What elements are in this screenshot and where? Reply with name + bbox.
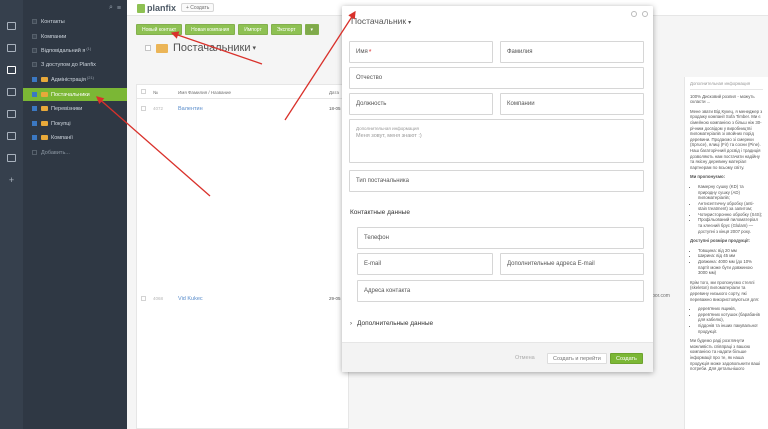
- field-placeholder: Имя: [356, 49, 368, 55]
- folder-icon: [41, 92, 48, 97]
- extra-email-field[interactable]: Дополнительные адреса E-mail: [500, 253, 644, 275]
- folder-icon: [41, 106, 48, 111]
- sidebar-item-label: Покупці: [51, 120, 71, 127]
- toggle-label: Дополнительные данные: [357, 320, 434, 327]
- email-field[interactable]: E-mail: [357, 253, 493, 275]
- field-placeholder: Должность: [356, 101, 387, 107]
- sidebar-item-carriers[interactable]: Перевізники: [23, 102, 127, 115]
- field-placeholder: Меня зовут, меня знают :): [356, 133, 422, 139]
- sidebar-item-suppliers[interactable]: Постачальники: [23, 88, 127, 101]
- documents-icon[interactable]: [7, 110, 16, 118]
- field-placeholder: Компании: [507, 101, 535, 107]
- sidebar-item-label: Перевізники: [51, 105, 83, 112]
- collapse-icon[interactable]: ≡: [117, 5, 121, 12]
- checkbox[interactable]: [32, 48, 37, 53]
- contact-address-field[interactable]: Адреса контакта: [357, 280, 644, 302]
- companies-field[interactable]: Компании: [500, 93, 644, 115]
- sidebar-item-buyers[interactable]: Покупці: [23, 117, 127, 130]
- sidebar-item-label: Компании: [41, 33, 67, 40]
- sidebar-item-responsible[interactable]: Відповідальний я (1): [23, 44, 127, 57]
- sidebar-item-label: Компанії: [51, 134, 73, 141]
- checkbox[interactable]: [32, 19, 37, 24]
- contacts-icon[interactable]: [7, 66, 16, 74]
- tasks-icon[interactable]: [7, 22, 16, 30]
- checkbox[interactable]: [32, 34, 37, 39]
- patronymic-field[interactable]: Отчество: [349, 67, 644, 89]
- checkbox[interactable]: [32, 135, 37, 140]
- sidebar-item-companies-group[interactable]: Компанії: [23, 131, 127, 144]
- additional-data-toggle[interactable]: › Дополнительные данные: [350, 320, 433, 327]
- new-supplier-dialog: Постачальник ▾ Имя * Фамилия Отчество Долж…: [342, 6, 653, 372]
- last-name-field[interactable]: Фамилия: [500, 41, 644, 63]
- required-mark: *: [368, 48, 372, 56]
- field-placeholder: Адреса контакта: [364, 288, 411, 294]
- chevron-right-icon: ›: [350, 320, 352, 327]
- close-icon[interactable]: [642, 11, 648, 17]
- field-placeholder: Отчество: [356, 75, 383, 81]
- add-icon[interactable]: +: [7, 176, 16, 185]
- field-placeholder: Дополнительные адреса E-mail: [507, 261, 595, 267]
- sidebar-item-count: (1): [86, 46, 92, 51]
- settings-icon[interactable]: [631, 11, 637, 17]
- folder-icon: [41, 77, 48, 82]
- checkbox[interactable]: [32, 106, 37, 111]
- sidebar-item-label: Постачальники: [51, 91, 90, 98]
- sidebar-item-with-access[interactable]: З доступом до Planfix: [23, 58, 127, 71]
- add-group-icon: [32, 150, 37, 155]
- checkbox[interactable]: [32, 121, 37, 126]
- create-submit-button[interactable]: Создать: [610, 353, 643, 364]
- sidebar-item-companies[interactable]: Компании: [23, 30, 127, 43]
- sidebar-item-add[interactable]: Добавить...: [23, 146, 127, 159]
- sidebar-item-administration[interactable]: Адміністрація (21): [23, 73, 127, 86]
- field-placeholder: Телефон: [364, 235, 389, 241]
- phone-field[interactable]: Телефон: [357, 227, 644, 249]
- sidebar-item-label: З доступом до Planfix: [41, 61, 96, 68]
- cancel-button[interactable]: Отмена: [510, 353, 540, 364]
- search-icon[interactable]: ⌕: [109, 4, 113, 12]
- sidebar-item-label: Відповідальний я: [41, 47, 86, 54]
- additional-info-textarea[interactable]: Дополнительная информация Меня зовут, ме…: [349, 119, 644, 163]
- chevron-down-icon[interactable]: ▾: [408, 20, 411, 26]
- sidebar-item-contacts[interactable]: Контакты: [23, 15, 127, 28]
- dialog-footer: Отмена Создать и перейти Создать: [342, 342, 653, 372]
- sidebar-item-label: Адміністрація: [51, 76, 86, 83]
- checkbox[interactable]: [32, 62, 37, 67]
- folder-icon: [41, 135, 48, 140]
- reports-icon[interactable]: [7, 132, 16, 140]
- sidebar-item-count: (21): [86, 75, 95, 80]
- calendar-icon[interactable]: [7, 44, 16, 52]
- folder-icon: [41, 121, 48, 126]
- icon-rail: +: [0, 0, 23, 429]
- dialog-title[interactable]: Постачальник ▾: [351, 16, 411, 26]
- field-placeholder: Фамилия: [507, 49, 533, 55]
- sidebar-item-label: Добавить...: [41, 149, 70, 156]
- create-and-open-button[interactable]: Создать и перейти: [547, 353, 607, 364]
- projects-icon[interactable]: [7, 88, 16, 96]
- field-placeholder: Тип постачальника: [356, 178, 409, 184]
- first-name-field[interactable]: Имя *: [349, 41, 493, 63]
- field-label: Дополнительная информация: [356, 126, 419, 131]
- position-field[interactable]: Должность: [349, 93, 493, 115]
- contacts-section-title: Контактные данные: [350, 209, 410, 216]
- supplier-type-field[interactable]: Тип постачальника: [349, 170, 644, 192]
- checkbox[interactable]: [32, 92, 37, 97]
- checkbox[interactable]: [32, 77, 37, 82]
- sidebar-tools: ⌕ ≡: [23, 0, 127, 16]
- sidebar-item-label: Контакты: [41, 18, 65, 25]
- dialog-title-text: Постачальник: [351, 16, 407, 26]
- settings-icon[interactable]: [7, 154, 16, 162]
- sidebar: ⌕ ≡ Контакты Компании Відповідальний я (1…: [23, 0, 127, 429]
- field-placeholder: E-mail: [364, 261, 382, 267]
